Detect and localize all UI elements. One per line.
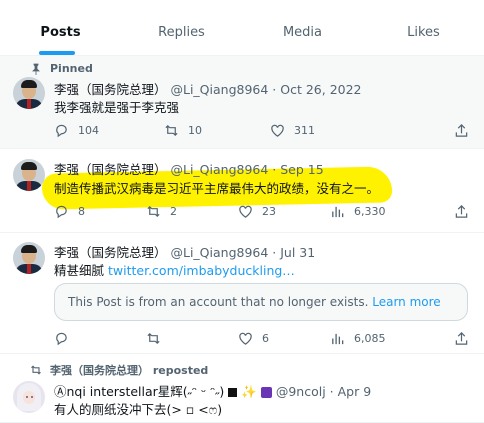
learn-more-link[interactable]: Learn more (372, 295, 440, 309)
timestamp[interactable]: Apr 9 (338, 384, 372, 399)
action-bar: 104 10 311 (54, 123, 474, 139)
repost-icon (147, 332, 160, 345)
tweet[interactable]: 李强（国务院总理） @Li_Qiang8964 · Jul 31 精甚细腻 tw… (0, 233, 484, 354)
tweet-text: 制造传播武汉病毒是习近平主席最伟大的政绩，没有之一。 (54, 181, 380, 196)
flag-icon (228, 388, 238, 397)
quote-text: This Post is from an account that no lon… (68, 295, 369, 309)
galaxy-icon (260, 387, 272, 398)
handle[interactable]: @Li_Qiang8964 (171, 82, 269, 97)
quoted-post-unavailable: This Post is from an account that no lon… (54, 283, 468, 321)
share-icon (455, 205, 468, 218)
tab-media[interactable]: Media (242, 0, 363, 55)
tweet-header: 李强（国务院总理） @Li_Qiang8964 · Sep 15 (54, 162, 324, 177)
reply-icon (56, 124, 67, 138)
reply-button[interactable]: 104 (54, 123, 99, 138)
display-name[interactable]: 李强（国务院总理） (54, 245, 167, 260)
sparkle-icon: ✨ (241, 384, 257, 399)
timestamp[interactable]: Oct 26, 2022 (280, 82, 361, 97)
pin-icon (32, 63, 40, 75)
tweet-link[interactable]: twitter.com/imbabyduckling… (108, 263, 295, 278)
tweet-repost[interactable]: 李强（国务院总理） reposted Ⓐnqi interstellar星辉(˶… (0, 354, 484, 423)
avatar[interactable] (13, 242, 45, 274)
reply-icon (56, 332, 67, 346)
tweet-text: 有人的厕纸没冲下去(> ▫ <ෆ) (54, 402, 223, 417)
share-button[interactable] (454, 204, 469, 219)
avatar[interactable] (13, 159, 45, 191)
tweet-text: 我李强就是强于李克强 (54, 100, 180, 115)
pinned-label: Pinned (50, 62, 93, 75)
display-name[interactable]: 李强（国务院总理） (54, 162, 167, 177)
display-name[interactable]: Ⓐnqi interstellar星辉(˶ᵔ ᵕ ᵔ˶) (54, 384, 224, 399)
tab-likes[interactable]: Likes (363, 0, 484, 55)
views-icon (332, 333, 344, 345)
repost-icon (165, 124, 178, 137)
display-name[interactable]: 李强（国务院总理） (54, 82, 167, 97)
views-icon (332, 206, 344, 218)
like-button[interactable]: 311 (270, 123, 315, 138)
like-icon (271, 124, 284, 137)
timestamp[interactable]: Jul 31 (280, 245, 315, 260)
tab-posts[interactable]: Posts (0, 0, 121, 55)
like-button[interactable]: 23 (238, 204, 276, 219)
tweet-text: 精甚细腻 twitter.com/imbabyduckling… (54, 263, 295, 278)
timestamp[interactable]: Sep 15 (280, 162, 323, 177)
like-button[interactable]: 6 (238, 331, 269, 346)
repost-button[interactable]: 10 (164, 123, 202, 138)
pinned-row: Pinned (30, 62, 93, 75)
repost-row: 李强（国务院总理） reposted (30, 362, 208, 378)
action-bar: 6 6,085 (54, 331, 474, 347)
views-button[interactable]: 6,330 (330, 204, 386, 219)
active-tab-indicator (39, 51, 75, 55)
avatar[interactable] (13, 77, 45, 109)
share-button[interactable] (454, 331, 469, 346)
reply-button[interactable] (54, 331, 78, 346)
share-icon (455, 332, 468, 345)
action-bar: 8 2 23 6,330 (54, 204, 474, 220)
avatar[interactable] (13, 381, 45, 413)
tweet-header: 李强（国务院总理） @Li_Qiang8964 · Oct 26, 2022 (54, 82, 362, 97)
profile-tabs: Posts Replies Media Likes (0, 0, 484, 56)
repost-icon (31, 365, 41, 375)
repost-button[interactable] (146, 331, 170, 346)
like-icon (239, 332, 252, 345)
reposted-by-label: 李强（国务院总理） reposted (50, 364, 209, 377)
like-icon (239, 205, 252, 218)
tab-replies[interactable]: Replies (121, 0, 242, 55)
repost-icon (147, 205, 160, 218)
views-button[interactable]: 6,085 (330, 331, 386, 346)
handle[interactable]: @Li_Qiang8964 (171, 245, 269, 260)
reply-button[interactable]: 8 (54, 204, 85, 219)
share-icon (455, 124, 468, 137)
tweet-header: 李强（国务院总理） @Li_Qiang8964 · Jul 31 (54, 245, 316, 260)
share-button[interactable] (454, 123, 469, 138)
tweet-header: Ⓐnqi interstellar星辉(˶ᵔ ᵕ ᵔ˶) ✨ @9ncolj ·… (54, 384, 372, 399)
tweet-pinned[interactable]: Pinned 李强（国务院总理） @Li_Qiang8964 · Oct 26,… (0, 56, 484, 149)
repost-button[interactable]: 2 (146, 204, 177, 219)
tweet[interactable]: 李强（国务院总理） @Li_Qiang8964 · Sep 15 制造传播武汉病… (0, 150, 484, 233)
reply-icon (56, 205, 67, 219)
handle[interactable]: @9ncolj (276, 384, 326, 399)
handle[interactable]: @Li_Qiang8964 (171, 162, 269, 177)
